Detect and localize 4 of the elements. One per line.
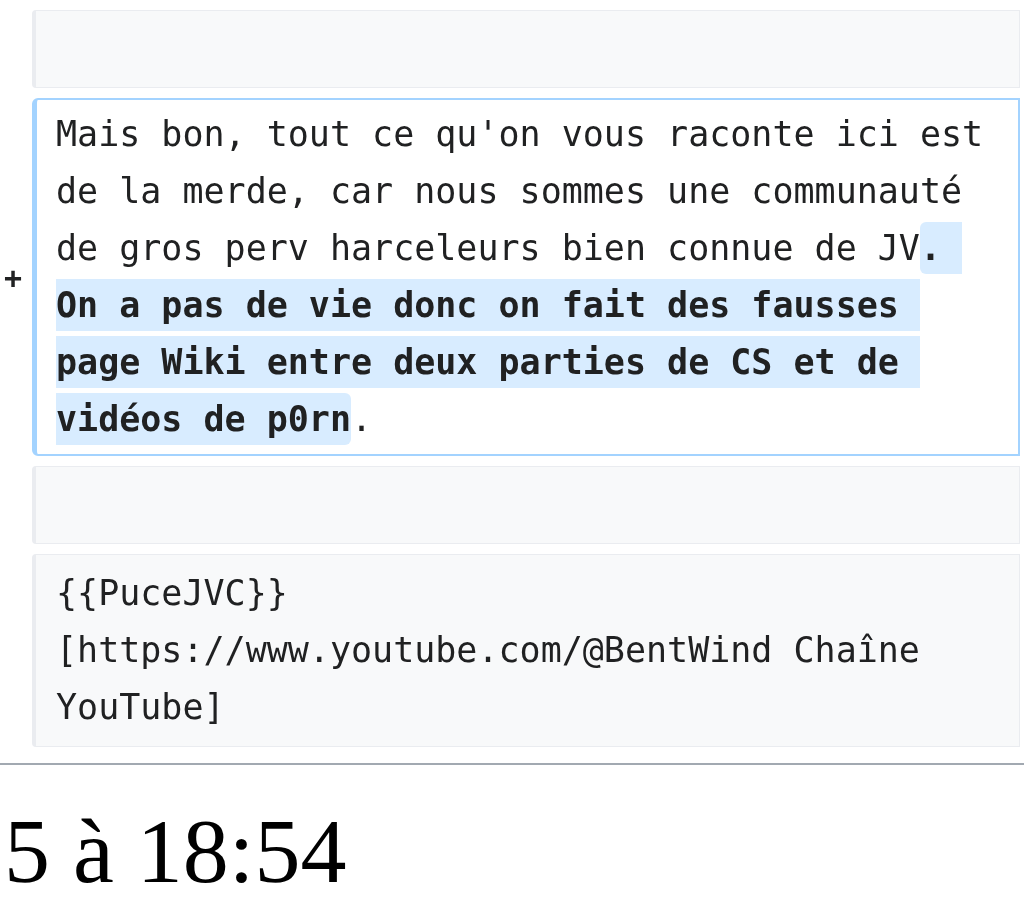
wikitext-line: [https://www.youtube.com/@BentWind Chaîne YouTube] [56, 629, 921, 729]
timestamp-heading: 5 à 18:54 [4, 801, 347, 901]
wikitext-line: {{PuceJVC}} [56, 572, 288, 615]
added-marker: + [4, 258, 23, 297]
